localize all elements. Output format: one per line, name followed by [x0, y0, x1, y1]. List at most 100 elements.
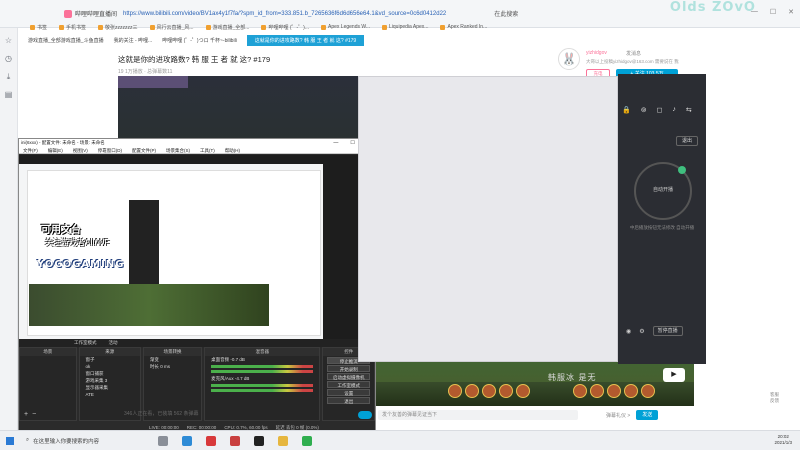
menu-item[interactable]: 停靠窗口(D) [98, 147, 122, 153]
menu-item[interactable]: 文件(F) [23, 147, 38, 153]
minimize-icon[interactable]: — [751, 8, 758, 16]
bookmark[interactable]: Apex Ranked In... [440, 24, 487, 30]
eye-icon[interactable]: ◉ [626, 328, 631, 335]
danmaku-input[interactable]: 发个友善的弹幕见证当下 [378, 410, 578, 420]
danmaku-toggle[interactable] [358, 411, 372, 419]
taskbar-apps [158, 435, 312, 446]
bookmark[interactable]: Apex Legends W... [321, 24, 370, 30]
bookmark[interactable]: Liquipedia Apex... [382, 24, 428, 30]
add-icon[interactable]: + [24, 411, 28, 418]
volume-meter[interactable] [211, 365, 314, 368]
download-icon[interactable]: ⤓ [4, 72, 14, 82]
source-item[interactable]: 窗子 [80, 356, 140, 363]
virtual-camera-button[interactable]: 启动虚拟摄像机 [327, 373, 371, 380]
source-item[interactable]: ok [80, 363, 140, 370]
status-dot [678, 166, 686, 174]
champion-icon [482, 384, 496, 398]
notes-icon[interactable]: ▤ [4, 90, 14, 100]
volume-meter[interactable] [211, 370, 314, 373]
taskbar-search[interactable]: ⌕ 在这里输入你要搜索的内容 [26, 437, 146, 445]
source-item[interactable]: 显示器采集 [80, 384, 140, 391]
obs-window[interactable]: ini(6xxx) - 配置文件: 未命名 - 场景: 未命名 —☐✕ 文件(F… [18, 138, 376, 434]
edge-icon[interactable] [182, 435, 192, 446]
minimize-icon[interactable]: — [333, 139, 338, 147]
tab[interactable]: 游戏直播_全部游戏直播_斗鱼直播 [28, 37, 104, 44]
bookmark[interactable]: 敬张zzzzzzz三 [98, 24, 138, 31]
search-box[interactable]: 在此搜索 [494, 9, 518, 18]
obs-icon[interactable] [254, 435, 264, 446]
windows-start-icon[interactable] [6, 436, 14, 445]
live-note: 中后播放按钮无法修改 自动开播 [629, 225, 695, 230]
start-record-button[interactable]: 开始录制 [327, 365, 371, 372]
bookmark[interactable]: 书签 [30, 24, 47, 31]
app-icon[interactable] [230, 435, 240, 446]
studio-mode-button[interactable]: 工作室模式 [327, 381, 371, 388]
video-app-icon[interactable] [206, 435, 216, 446]
menu-item[interactable]: 编辑(E) [48, 147, 63, 153]
menu-item[interactable]: 视图(V) [73, 147, 88, 153]
message-link[interactable]: 发消息 [626, 50, 641, 57]
gift-icon[interactable]: ⊚ [641, 106, 647, 114]
menu-item[interactable]: 工具(T) [200, 147, 215, 153]
transition-item[interactable]: 渐变 [144, 356, 201, 363]
obs-titlebar: ini(6xxx) - 配置文件: 未命名 - 场景: 未命名 —☐✕ [19, 139, 375, 147]
video-title: 这就是你的进攻路数? 韩 服 王 者 就 这? #179 [118, 55, 271, 64]
share-icon[interactable]: ⇆ [686, 106, 692, 114]
close-icon[interactable]: ✕ [788, 8, 794, 16]
auto-live-indicator[interactable]: 自动开播 [634, 162, 692, 220]
thumbnail-strip [118, 76, 188, 88]
exit-live-button[interactable]: 退出 [676, 136, 698, 146]
avatar[interactable]: 🐰 [558, 48, 580, 70]
source-item[interactable]: ATE [80, 391, 140, 398]
bell-icon[interactable]: ♪ [672, 106, 676, 114]
obs-dock-bar: 工作室模式 活动 [19, 339, 375, 347]
chat-app-icon[interactable] [302, 435, 312, 446]
history-icon[interactable]: ◷ [4, 54, 14, 64]
volume-meter[interactable] [211, 389, 314, 392]
bookmark[interactable]: 哔哩哔哩 (゜-゜)... [261, 24, 309, 31]
settings-icon[interactable]: ⚙ [639, 328, 644, 335]
watermark: Olds ZOvO [669, 0, 756, 15]
activity-label[interactable]: 活动 [109, 339, 118, 347]
source-item[interactable]: 窗口捕获 [80, 370, 140, 377]
menu-item[interactable]: 配置文件(P) [132, 147, 156, 153]
volume-meter[interactable] [211, 384, 314, 387]
bookmark[interactable]: 风行云直播_风... [149, 24, 194, 31]
tab[interactable]: 哔哩哔哩 (゜-゜)つロ 千杯~-bilibili [162, 37, 237, 44]
star-icon[interactable]: ☆ [4, 36, 14, 46]
settings-button[interactable]: 设置 [327, 389, 371, 396]
folder-icon [30, 24, 35, 30]
url-field[interactable]: https://www.bilibili.com/video/BV1ax4y1f… [123, 11, 446, 17]
lock-icon[interactable]: 🔒 [622, 106, 631, 114]
studio-mode-label[interactable]: 工作室模式 [74, 339, 97, 347]
taskview-icon[interactable] [158, 435, 168, 446]
window-controls: — ☐ ✕ [751, 8, 794, 16]
folder-icon[interactable] [278, 435, 288, 446]
play-icon[interactable]: ▶ [663, 368, 685, 382]
maximize-icon[interactable]: ☐ [770, 8, 776, 16]
bookmark[interactable]: 手机书签 [59, 24, 86, 31]
tab-title: 哔哩哔哩直播间 [75, 12, 118, 18]
mixer-channel: 麦克风/Aux [211, 376, 234, 381]
stop-live-button[interactable]: 暂停直播 [652, 326, 683, 336]
source-item[interactable]: 游戏采集 3 [80, 377, 140, 384]
bilibili-favicon-icon [64, 9, 72, 18]
tab-active[interactable]: 这就是你的进攻路数? 韩 服 王 者 就 这? #179 [246, 34, 365, 46]
chat-icon[interactable]: ◻ [657, 106, 663, 114]
menu-item[interactable]: 场景集合(S) [166, 147, 190, 153]
feedback-link[interactable]: 反馈 [770, 398, 779, 404]
tab[interactable]: 我的关注 - 哔哩... [114, 37, 153, 44]
exit-button[interactable]: 退出 [327, 397, 371, 404]
system-clock[interactable]: 20:02 2021/1/3 [774, 434, 792, 446]
uploader-name[interactable]: yizhidgov [586, 50, 607, 56]
uploader-desc: 大哥以上投稿yizhidgov@163.com 需要说在 我 [586, 59, 679, 64]
transition-duration[interactable]: 时长 0 ms [144, 363, 201, 370]
champion-icons [448, 384, 655, 398]
menu-item[interactable]: 帮助(H) [225, 147, 240, 153]
maximize-icon[interactable]: ☐ [350, 139, 354, 147]
send-button[interactable]: 发送 [636, 410, 659, 420]
remove-icon[interactable]: − [32, 411, 36, 418]
bookmarks-bar: 书签 手机书签 敬张zzzzzzz三 风行云直播_风... 游戏直播_全部...… [18, 20, 800, 34]
bookmark[interactable]: 游戏直播_全部... [205, 24, 249, 31]
danmaku-etiquette-link[interactable]: 弹幕礼仪 > [606, 412, 630, 419]
